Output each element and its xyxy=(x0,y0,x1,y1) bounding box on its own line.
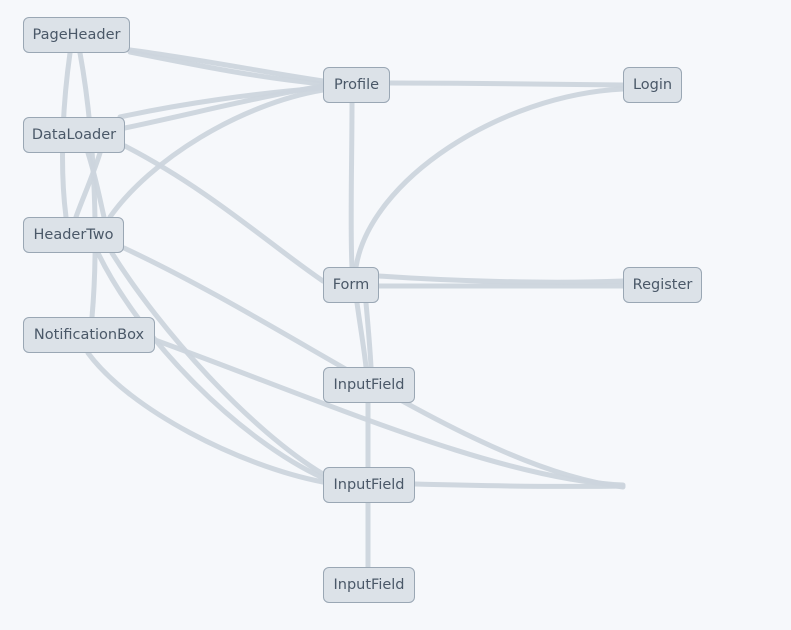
graph-node-headertwo[interactable]: HeaderTwo xyxy=(23,217,124,253)
graph-node-label: InputField xyxy=(333,576,405,593)
graph-node-label: Register xyxy=(632,276,693,293)
graph-edge xyxy=(353,86,626,270)
graph-node-label: PageHeader xyxy=(32,26,121,43)
graph-node-label: InputField xyxy=(333,376,405,393)
graph-node-notificationbox[interactable]: NotificationBox xyxy=(23,317,155,353)
graph-node-inputfield2[interactable]: InputField xyxy=(323,467,415,503)
graph-node-label: Login xyxy=(632,76,673,93)
graph-edge xyxy=(127,47,326,84)
graph-node-profile[interactable]: Profile xyxy=(323,67,390,103)
dependency-graph-canvas: PageHeader Profile Login DataLoader HeaderTw… xyxy=(0,0,791,630)
graph-node-label: DataLoader xyxy=(31,126,117,143)
graph-edge xyxy=(387,80,626,88)
graph-node-login[interactable]: Login xyxy=(623,67,682,103)
graph-edge xyxy=(117,85,326,120)
graph-edge xyxy=(348,100,355,270)
graph-node-label: Profile xyxy=(333,76,380,93)
graph-node-dataloader[interactable]: DataLoader xyxy=(23,117,125,153)
graph-edge xyxy=(376,273,626,285)
graph-node-pageheader[interactable]: PageHeader xyxy=(23,17,130,53)
graph-node-label: Form xyxy=(332,276,370,293)
graph-edge xyxy=(412,481,626,489)
graph-node-inputfield3[interactable]: InputField xyxy=(323,567,415,603)
graph-node-label: NotificationBox xyxy=(33,326,145,343)
graph-node-register[interactable]: Register xyxy=(623,267,702,303)
graph-node-form[interactable]: Form xyxy=(323,267,379,303)
graph-node-inputfield1[interactable]: InputField xyxy=(323,367,415,403)
graph-node-label: InputField xyxy=(333,476,405,493)
graph-node-label: HeaderTwo xyxy=(33,226,114,243)
graph-edge xyxy=(127,49,326,87)
